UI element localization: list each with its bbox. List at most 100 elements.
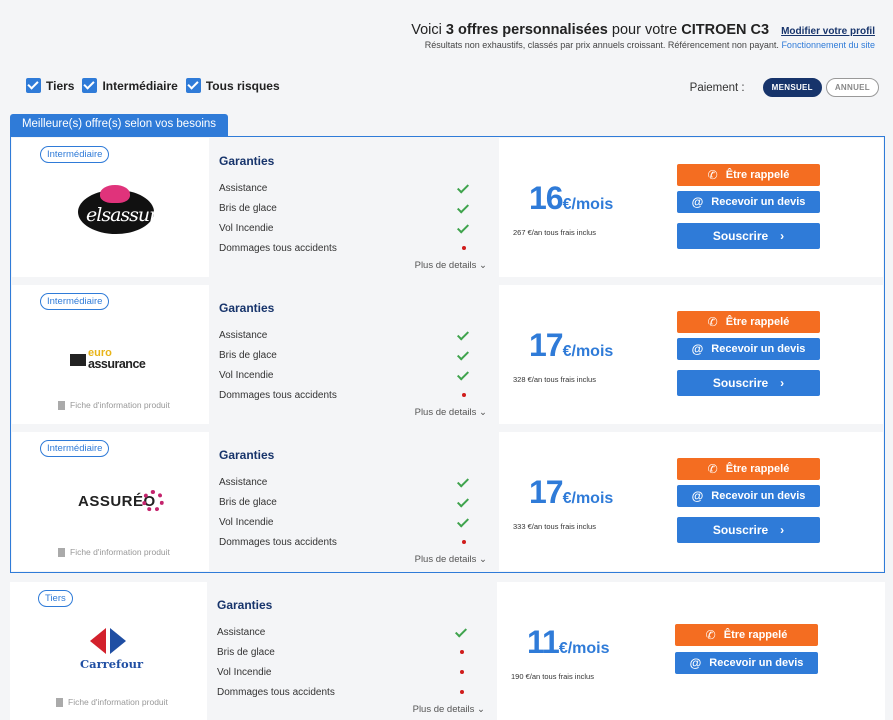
coverage-level-badge: Intermédiaire	[40, 440, 110, 457]
payment-annual-button[interactable]: ANNUEL	[825, 78, 879, 97]
check-icon	[456, 515, 471, 529]
how-site-works-link[interactable]: Fonctionnement du site	[781, 40, 875, 50]
guarantee-row: Dommages tous accidents	[219, 385, 469, 405]
filter-tous-risques[interactable]: Tous risques	[185, 78, 280, 93]
not-included-dot-icon	[457, 241, 471, 255]
checkbox-checked-icon[interactable]	[82, 78, 98, 93]
insurer-logo: Carrefour	[80, 628, 160, 680]
results-disclaimer: Résultats non exhaustifs, classés par pr…	[424, 40, 875, 50]
filter-tiers[interactable]: Tiers	[26, 78, 74, 93]
coverage-level-badge: Tiers	[38, 590, 73, 607]
not-included-dot-icon	[455, 645, 469, 659]
product-info-sheet-link[interactable]: Fiche d'information produit	[56, 697, 168, 707]
check-icon	[456, 201, 471, 215]
monthly-price: 11€/mois	[527, 624, 610, 660]
guarantee-row: Bris de glace	[219, 492, 471, 512]
subscribe-button[interactable]: Souscrire ›	[677, 517, 820, 543]
offer-card: Intermédiaire euro assurance Fiche d'info…	[12, 285, 883, 424]
subscribe-button[interactable]: Souscrire ›	[677, 223, 820, 249]
chevron-right-icon: ›	[780, 376, 785, 390]
guarantees-list: Garanties Assistance Bris de glace Vol I…	[209, 285, 499, 424]
guarantees-list: Garanties Assistance Bris de glace Vol I…	[209, 138, 499, 277]
product-info-sheet-link[interactable]: Fiche d'information produit	[58, 400, 170, 410]
request-quote-button[interactable]: @ Recevoir un devis	[677, 191, 820, 213]
coverage-level-badge: Intermédiaire	[40, 146, 110, 163]
more-details-link[interactable]: Plus de details ⌄	[415, 554, 487, 565]
guarantee-row: Dommages tous accidents	[219, 238, 469, 258]
at-icon: @	[691, 342, 704, 356]
request-quote-button[interactable]: @ Recevoir un devis	[677, 485, 820, 507]
guarantees-title: Garanties	[219, 448, 275, 462]
callback-button[interactable]: ✆ Être rappelé	[677, 164, 820, 186]
guarantees-title: Garanties	[219, 301, 275, 315]
check-icon	[456, 181, 471, 195]
phone-icon: ✆	[707, 462, 718, 476]
check-icon	[456, 348, 471, 362]
document-icon	[56, 697, 63, 707]
payment-toggle: Paiement : MENSUEL ANNUEL	[690, 78, 879, 97]
guarantee-row: Bris de glace	[219, 198, 471, 218]
not-included-dot-icon	[457, 535, 471, 549]
document-icon	[58, 547, 65, 557]
coverage-level-badge: Intermédiaire	[40, 293, 110, 310]
phone-icon: ✆	[705, 628, 716, 642]
guarantee-row: Assistance	[219, 178, 471, 198]
check-icon	[456, 221, 471, 235]
offer-card: Tiers Carrefour Fiche d'information prod…	[10, 582, 885, 720]
filter-intermediaire[interactable]: Intermédiaire	[82, 78, 178, 93]
guarantee-row: Assistance	[219, 472, 471, 492]
more-details-link[interactable]: Plus de details ⌄	[413, 704, 485, 715]
at-icon: @	[691, 195, 704, 209]
guarantee-row: Dommages tous accidents	[217, 682, 467, 702]
guarantees-list: Garanties Assistance Bris de glace Vol I…	[207, 582, 497, 720]
more-details-link[interactable]: Plus de details ⌄	[415, 260, 487, 271]
not-included-dot-icon	[455, 685, 469, 699]
check-icon	[456, 495, 471, 509]
guarantees-title: Garanties	[219, 154, 275, 168]
offer-card: Intermédiaire elsassur Garanties Assista…	[12, 138, 883, 277]
insurer-logo: euro assurance	[70, 347, 180, 374]
document-icon	[58, 400, 65, 410]
monthly-price: 17€/mois	[529, 474, 614, 510]
request-quote-button[interactable]: @ Recevoir un devis	[677, 338, 820, 360]
modify-profile-link[interactable]: Modifier votre profil	[781, 26, 875, 37]
guarantees-title: Garanties	[217, 598, 273, 612]
product-info-sheet-link[interactable]: Fiche d'information produit	[58, 547, 170, 557]
more-details-link[interactable]: Plus de details ⌄	[415, 407, 487, 418]
guarantee-row: Assistance	[217, 622, 469, 642]
guarantee-row: Vol Incendie	[219, 218, 471, 238]
chevron-right-icon: ›	[780, 229, 785, 243]
at-icon: @	[691, 489, 704, 503]
guarantee-row: Dommages tous accidents	[219, 532, 469, 552]
insurer-logo: ASSURÉO	[78, 488, 168, 516]
callback-button[interactable]: ✆ Être rappelé	[675, 624, 818, 646]
guarantee-row: Vol Incendie	[217, 662, 467, 682]
guarantee-row: Bris de glace	[219, 345, 471, 365]
check-icon	[454, 625, 469, 639]
annual-price: 333 €/an tous frais inclus	[513, 522, 596, 531]
callback-button[interactable]: ✆ Être rappelé	[677, 311, 820, 333]
callback-button[interactable]: ✆ Être rappelé	[677, 458, 820, 480]
phone-icon: ✆	[707, 315, 718, 329]
results-header: Voici 3 offres personnalisées pour votre…	[411, 22, 875, 50]
chevron-right-icon: ›	[780, 523, 785, 537]
monthly-price: 17€/mois	[529, 327, 614, 363]
guarantee-row: Bris de glace	[217, 642, 467, 662]
guarantee-row: Vol Incendie	[219, 365, 471, 385]
not-included-dot-icon	[457, 388, 471, 402]
check-icon	[456, 328, 471, 342]
at-icon: @	[689, 656, 702, 670]
annual-price: 190 €/an tous frais inclus	[511, 672, 594, 681]
request-quote-button[interactable]: @ Recevoir un devis	[675, 652, 818, 674]
subscribe-button[interactable]: Souscrire ›	[677, 370, 820, 396]
checkbox-checked-icon[interactable]	[26, 78, 41, 93]
offer-card: Intermédiaire ASSURÉO Fiche d'informatio…	[12, 432, 883, 571]
check-icon	[456, 368, 471, 382]
phone-icon: ✆	[707, 168, 718, 182]
insurer-logo: elsassur	[78, 185, 158, 234]
annual-price: 267 €/an tous frais inclus	[513, 228, 596, 237]
payment-monthly-button[interactable]: MENSUEL	[762, 78, 822, 97]
check-icon	[456, 475, 471, 489]
checkbox-checked-icon[interactable]	[185, 78, 201, 93]
guarantees-list: Garanties Assistance Bris de glace Vol I…	[209, 432, 499, 571]
